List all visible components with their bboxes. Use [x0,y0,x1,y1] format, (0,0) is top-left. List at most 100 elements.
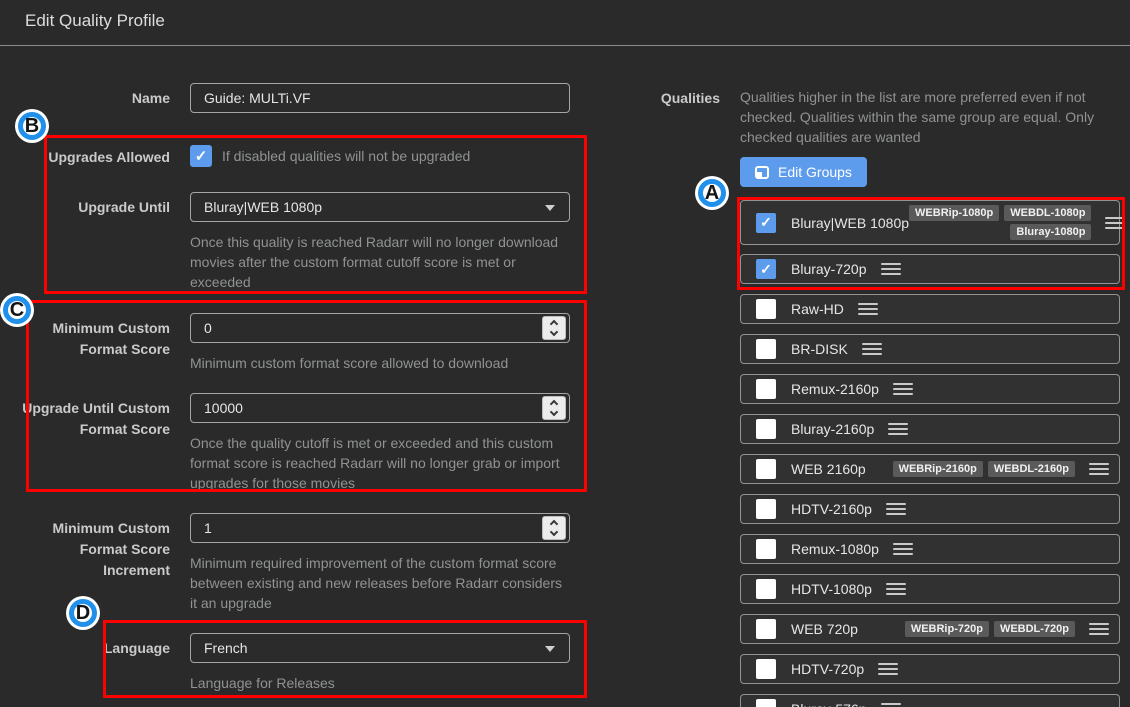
drag-handle-icon[interactable] [881,703,901,707]
quality-row: Bluray-576p [740,694,1120,707]
quality-badges: WEBRip-1080pWEBDL-1080p Bluray-1080p [909,205,1091,240]
drag-handle-icon[interactable] [886,583,906,595]
chevron-down-icon [545,646,555,652]
quality-checkbox[interactable] [756,619,776,639]
drag-handle-icon[interactable] [858,303,878,315]
quality-row: BR-DISK [740,334,1120,364]
drag-handle-icon[interactable] [1089,463,1109,475]
quality-checkbox[interactable] [756,299,776,319]
quality-checkbox[interactable] [756,699,776,707]
quality-row: Remux-1080p [740,534,1120,564]
upgrade-until-label: Upgrade Until [15,192,170,218]
quality-row: HDTV-720p [740,654,1120,684]
page-title: Edit Quality Profile [25,11,165,31]
quality-row: WEB 720p WEBRip-720pWEBDL-720p [740,614,1120,644]
quality-checkbox[interactable] [756,379,776,399]
quality-checkbox[interactable] [756,579,776,599]
upgrades-allowed-checkbox[interactable]: ✓ [190,145,212,167]
number-spinner[interactable] [542,516,566,540]
quality-row: ✓ Bluray-720p [740,254,1120,284]
min-custom-format-score-increment-label: Minimum Custom Format Score Increment [15,513,170,581]
edit-quality-profile-modal: Edit Quality Profile Name Upgrades Allow… [0,0,1130,707]
language-select[interactable]: French [190,633,570,663]
drag-handle-icon[interactable] [893,383,913,395]
quality-group-badge: WEBDL-2160p [988,461,1075,477]
modal-header: Edit Quality Profile [0,0,1130,46]
quality-group-badge: WEBDL-720p [994,621,1075,637]
number-spinner[interactable] [542,396,566,420]
quality-checkbox[interactable] [756,539,776,559]
annotation-marker-d: D [69,599,97,627]
quality-checkbox[interactable] [756,499,776,519]
drag-handle-icon[interactable] [886,503,906,515]
quality-badges: WEBRip-2160p WEBDL-2160p [893,461,1075,477]
quality-checkbox[interactable] [756,459,776,479]
min-custom-format-score-increment-helper: Minimum required improvement of the cust… [190,553,590,613]
quality-name: HDTV-1080p [791,581,872,597]
min-custom-format-score-helper: Minimum custom format score allowed to d… [190,353,590,373]
upgrade-until-custom-format-score-label: Upgrade Until Custom Format Score [15,393,170,440]
edit-groups-button[interactable]: Edit Groups [740,157,867,187]
quality-row: HDTV-2160p [740,494,1120,524]
upgrade-until-value: Bluray|WEB 1080p [204,199,322,215]
quality-row: Remux-2160p [740,374,1120,404]
drag-handle-icon[interactable] [888,423,908,435]
quality-name: Bluray-576p [791,701,867,707]
min-custom-format-score-increment-value: 1 [204,520,212,536]
annotation-marker-b: B [18,112,46,140]
quality-name: Remux-1080p [791,541,879,557]
quality-group-badge: WEBDL-1080p [1004,205,1091,221]
language-helper: Language for Releases [190,673,590,693]
quality-group-badge: WEBRip-2160p [893,461,983,477]
quality-row: WEB 2160p WEBRip-2160p WEBDL-2160p [740,454,1120,484]
drag-handle-icon[interactable] [878,663,898,675]
quality-name: Raw-HD [791,301,844,317]
upgrade-until-custom-format-score-helper: Once the quality cutoff is met or exceed… [190,433,590,493]
edit-groups-icon [755,166,769,179]
quality-checkbox[interactable] [756,659,776,679]
annotation-marker-a: A [698,179,726,207]
upgrades-allowed-label: Upgrades Allowed [15,142,170,168]
language-value: French [204,640,248,656]
name-label: Name [15,83,170,109]
quality-name: WEB 2160p [791,461,866,477]
qualities-label: Qualities [640,90,720,106]
name-input[interactable] [190,83,570,113]
quality-checkbox[interactable] [756,339,776,359]
drag-handle-icon[interactable] [1105,217,1125,229]
drag-handle-icon[interactable] [1089,623,1109,635]
upgrade-until-custom-format-score-value: 10000 [204,400,243,416]
upgrade-until-select[interactable]: Bluray|WEB 1080p [190,192,570,222]
chevron-down-icon [545,205,555,211]
quality-row: Raw-HD [740,294,1120,324]
language-label: Language [15,633,170,659]
qualities-description: Qualities higher in the list are more pr… [740,87,1110,147]
min-custom-format-score-value: 0 [204,320,212,336]
quality-name: HDTV-2160p [791,501,872,517]
drag-handle-icon[interactable] [881,263,901,275]
quality-name: Remux-2160p [791,381,879,397]
spinner-down-icon [550,408,558,416]
quality-checkbox[interactable]: ✓ [756,213,776,233]
number-spinner[interactable] [542,316,566,340]
upgrade-until-helper: Once this quality is reached Radarr will… [190,232,590,292]
checkbox-check-icon: ✓ [195,147,208,165]
quality-group-badge: WEBRip-720p [905,621,989,637]
min-custom-format-score-input[interactable]: 0 [190,313,570,343]
upgrade-until-custom-format-score-input[interactable]: 10000 [190,393,570,423]
quality-name: Bluray|WEB 1080p [791,215,909,231]
quality-row: ✓ Bluray|WEB 1080p WEBRip-1080pWEBDL-108… [740,200,1120,245]
qualities-list: ✓ Bluray|WEB 1080p WEBRip-1080pWEBDL-108… [740,200,1120,707]
quality-name: Bluray-2160p [791,421,874,437]
quality-checkbox[interactable] [756,419,776,439]
min-custom-format-score-label: Minimum Custom Format Score [15,313,170,360]
drag-handle-icon[interactable] [893,543,913,555]
quality-badges: WEBRip-720p WEBDL-720p [905,621,1075,637]
quality-name: HDTV-720p [791,661,864,677]
quality-checkbox[interactable]: ✓ [756,259,776,279]
spinner-down-icon [550,528,558,536]
spinner-down-icon [550,328,558,336]
min-custom-format-score-increment-input[interactable]: 1 [190,513,570,543]
quality-name: Bluray-720p [791,261,867,277]
drag-handle-icon[interactable] [862,343,882,355]
